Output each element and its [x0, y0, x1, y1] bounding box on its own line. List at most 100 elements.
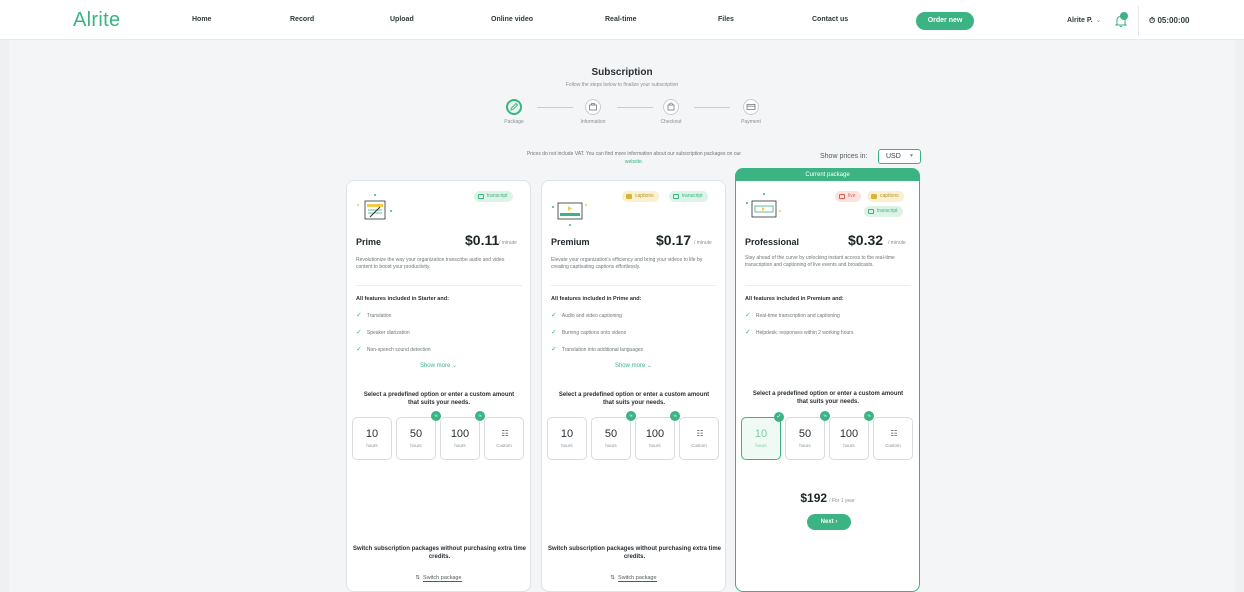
option-50-hours[interactable]: 50 hours [591, 417, 631, 460]
step-label-payment: Payment [741, 119, 761, 125]
show-more-link[interactable]: Show more ⌄ [347, 362, 530, 369]
check-icon: ✓ [551, 346, 557, 353]
option-custom[interactable]: ☷ Custom [679, 417, 719, 460]
option-label: Custom [885, 443, 901, 448]
package-price: $0.11 [465, 232, 500, 248]
next-button[interactable]: Next › [807, 514, 851, 530]
currency-value: USD [886, 153, 901, 160]
option-value: 100 [839, 428, 859, 440]
pencil-icon [510, 102, 519, 111]
feature-item: ✓ Translation into additional languages [551, 345, 643, 353]
website-link[interactable]: website. [625, 159, 643, 165]
briefcase-icon [589, 103, 597, 111]
package-name: Premium [551, 237, 590, 247]
logo[interactable]: Alrite [73, 9, 120, 32]
show-more-label: Show more [614, 363, 646, 369]
option-label: hours [605, 443, 617, 448]
badge-label: transcript [487, 193, 508, 199]
captions-badge: captions [867, 191, 904, 202]
show-more-label: Show more [419, 363, 451, 369]
user-menu[interactable]: Alrite P. ⌄ [1067, 16, 1101, 24]
select-option-text: Select a predefined option or enter a cu… [752, 391, 904, 405]
option-100-hours[interactable]: 100 hours [440, 417, 480, 460]
badge-label: transcript [877, 208, 898, 214]
page-subtitle: Follow the steps below to finalize your … [565, 82, 679, 88]
timer-value: 05:00:00 [1157, 16, 1190, 25]
step-checkout[interactable] [663, 99, 679, 115]
order-new-button[interactable]: Order new [916, 12, 974, 30]
nav-link-real-time[interactable]: Real-time [605, 16, 637, 23]
feature-item: ✓ Real-time transcription and captioning [745, 311, 840, 319]
features-heading: All features included in Premium and: [745, 296, 844, 302]
switch-package-link[interactable]: ⇅ Switch package [542, 575, 725, 582]
package-card-premium: captions transcript Premium $0.17 / minu… [541, 180, 726, 592]
option-10-hours[interactable]: 10 hours [547, 417, 587, 460]
sliders-icon: ☷ [696, 429, 704, 438]
step-payment[interactable] [743, 99, 759, 115]
nav-link-home[interactable]: Home [192, 16, 211, 23]
price-unit: / minute [888, 240, 906, 246]
option-100-hours[interactable]: 100 hours [829, 417, 869, 460]
option-label: hours [799, 443, 811, 448]
feature-item: ✓ Non-speech sound detection [356, 345, 431, 353]
badge-label: captions [635, 193, 654, 199]
package-price: $0.17 [656, 232, 692, 248]
option-value: 100 [450, 428, 470, 440]
option-value: 50 [798, 428, 812, 440]
option-50-hours[interactable]: 50 hours [396, 417, 436, 460]
switch-package-text: Switch subscription packages without pur… [547, 546, 722, 560]
selected-check-icon: ✓ [774, 412, 784, 422]
step-information[interactable] [585, 99, 601, 115]
captions-icon [871, 194, 877, 199]
option-100-hours[interactable]: 100 hours [635, 417, 675, 460]
badge-label: live [848, 193, 856, 199]
top-navigation-bar: Alrite Home Record Upload Online video R… [0, 0, 1244, 40]
option-label: hours [755, 443, 767, 448]
nav-link-record[interactable]: Record [290, 16, 314, 23]
timer: ⏱ 05:00:00 [1149, 16, 1190, 26]
price-unit: / minute [694, 240, 712, 246]
option-10-hours[interactable]: 10 hours [741, 417, 781, 460]
package-description: Elevate your organization's efficiency a… [551, 257, 703, 270]
option-label: Custom [691, 443, 707, 448]
check-icon: ✓ [745, 312, 751, 319]
feature-label: Real-time transcription and captioning [755, 313, 840, 319]
chevron-down-icon: ▼ [909, 153, 914, 159]
switch-package-label: Switch package [423, 575, 462, 582]
total-price: $192/ For 1 year [736, 489, 919, 507]
switch-package-text: Switch subscription packages without pur… [352, 546, 527, 560]
nav-link-contact-us[interactable]: Contact us [812, 16, 848, 23]
divider [356, 285, 522, 286]
sliders-icon: ☷ [501, 429, 509, 438]
option-custom[interactable]: ☷ Custom [484, 417, 524, 460]
show-more-link[interactable]: Show more ⌄ [542, 362, 725, 369]
option-value: 10 [754, 428, 768, 440]
step-package[interactable] [506, 99, 522, 115]
option-50-hours[interactable]: 50 hours [785, 417, 825, 460]
step-connector [537, 107, 573, 108]
divider [551, 285, 717, 286]
option-label: hours [366, 443, 378, 448]
document-icon [478, 194, 484, 199]
vat-note: Prices do not include VAT. You can find … [496, 150, 772, 166]
captions-icon [626, 194, 632, 199]
nav-link-online-video[interactable]: Online video [491, 16, 533, 23]
divider [1138, 6, 1139, 36]
option-10-hours[interactable]: 10 hours [352, 417, 392, 460]
step-label-checkout: Checkout [660, 119, 682, 125]
discount-badge: % [626, 411, 636, 421]
nav-link-upload[interactable]: Upload [390, 16, 414, 23]
nav-link-files[interactable]: Files [718, 16, 734, 23]
feature-label: Speaker diarization [366, 330, 410, 336]
discount-badge: % [864, 411, 874, 421]
option-custom[interactable]: ☷ Custom [873, 417, 913, 460]
vat-note-text: Prices do not include VAT. You can find … [526, 151, 742, 157]
package-description: Revolutionize the way your organization … [356, 257, 505, 270]
currency-select[interactable]: USD ▼ [878, 149, 921, 164]
step-label-information: Information [580, 119, 606, 125]
package-name: Prime [356, 237, 382, 247]
switch-package-link[interactable]: ⇅ Switch package [347, 575, 530, 582]
feature-item: ✓ Audio and video captioning [551, 311, 622, 319]
package-price: $0.32 [848, 232, 884, 248]
feature-label: Translation into additional languages [561, 347, 644, 353]
